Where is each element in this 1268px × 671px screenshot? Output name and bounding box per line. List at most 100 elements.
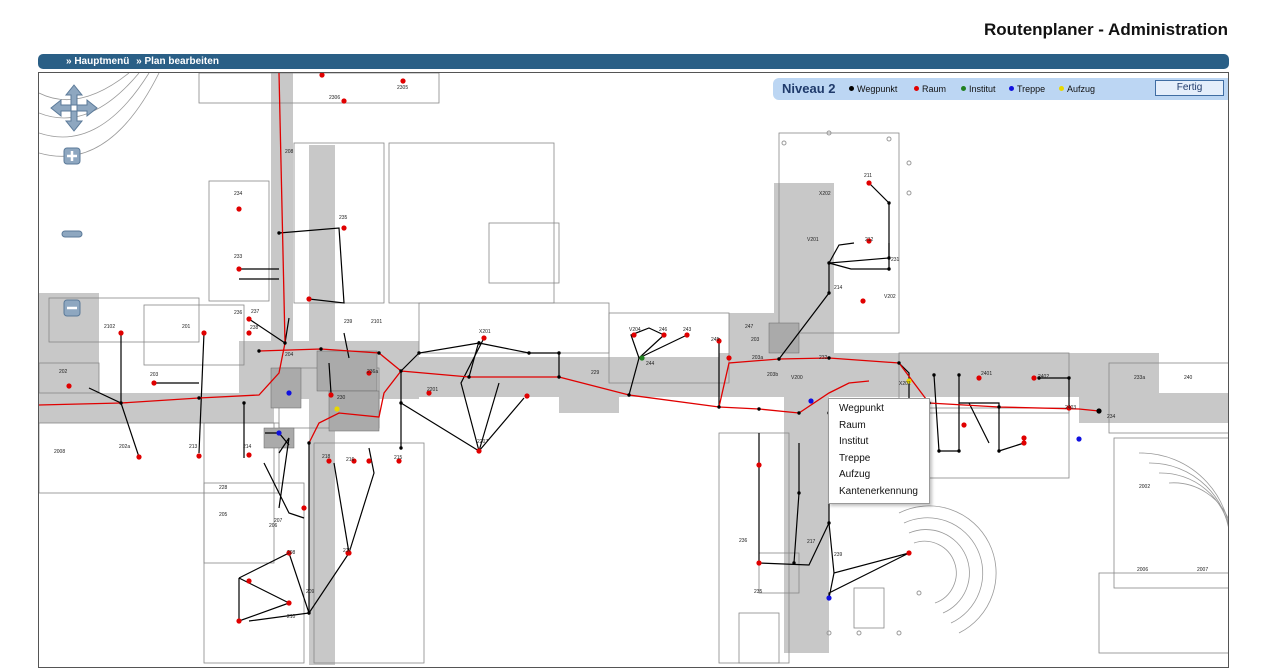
stairs-dot-icon (1009, 86, 1014, 91)
waypoint-node (887, 267, 891, 271)
legend-stairs: Treppe (1009, 84, 1045, 94)
zoom-out-button[interactable] (63, 299, 81, 317)
pan-control[interactable] (49, 83, 99, 133)
elevator-node (334, 406, 340, 412)
waypoint-node (777, 357, 781, 361)
context-menu-item-stairs[interactable]: Treppe (829, 451, 929, 468)
room-label: V202 (884, 294, 896, 300)
lecture-hall (898, 452, 1228, 634)
marker-circle (906, 160, 912, 166)
waypoint-node (797, 411, 801, 415)
waypoint-dot-icon (849, 86, 854, 91)
pan-right-icon[interactable] (76, 98, 98, 118)
room-label: 217 (807, 539, 816, 545)
marker-circle (896, 630, 902, 636)
pan-up-icon[interactable] (64, 84, 84, 106)
room-label: X201 (899, 381, 911, 387)
room-node (661, 332, 667, 338)
floor-plan-canvas[interactable]: 23062305208234235233236 237238239 21012102… (39, 73, 1229, 668)
legend-stairs-label: Treppe (1017, 84, 1046, 94)
stairs-node (826, 595, 832, 601)
edge-segment (333, 462, 350, 554)
room-node (136, 454, 142, 460)
room-label: X201 (479, 329, 491, 335)
waypoint-node (417, 351, 421, 355)
edge-segment (828, 572, 835, 599)
edge-segment (959, 402, 1025, 452)
marker-circle (916, 590, 922, 596)
room-label: 202 (59, 369, 68, 375)
room-node (286, 600, 292, 606)
pan-down-icon[interactable] (64, 110, 84, 132)
room-label: 203 (150, 372, 159, 378)
room-node (756, 462, 762, 468)
context-menu-item-edge-detection[interactable]: Kantenerkennung (829, 484, 929, 501)
page-title: Routenplaner - Administration (984, 20, 1228, 39)
room-label: 2006 (1137, 567, 1148, 573)
breadcrumb: » Hauptmenü » Plan bearbeiten (66, 54, 223, 69)
room-label: 207 (274, 518, 283, 524)
done-button[interactable]: Fertig (1155, 80, 1224, 96)
waypoint-node (467, 375, 471, 379)
room-node (366, 458, 372, 464)
room-node (341, 225, 347, 231)
room-label: 212 (865, 237, 874, 243)
room-label: 237 (251, 309, 260, 315)
room-label: 202a (119, 444, 130, 450)
room-node (1031, 375, 1037, 381)
waypoint-node (827, 291, 831, 295)
institute-dot-icon (961, 86, 966, 91)
legend-elevator-label: Aufzug (1067, 84, 1096, 94)
room-dot-icon (914, 86, 919, 91)
breadcrumb-main-menu[interactable]: » Hauptmenü (66, 56, 129, 67)
room-label: 228 (219, 485, 228, 491)
room-node (726, 355, 732, 361)
floor-plan-map[interactable]: 2306 2305 208 234 235 233 236 237 238 239 2101 2102… (38, 72, 1229, 668)
waypoint-node (257, 349, 261, 353)
breadcrumb-edit-plan[interactable]: » Plan bearbeiten (136, 56, 219, 67)
room-label: 240 (1184, 375, 1193, 381)
room-labels: 23062305208234235233236 237238239 21012102… (54, 85, 1208, 620)
room-label: 229 (591, 370, 600, 376)
legend-room: Raum (914, 84, 946, 94)
room-label: 2402 (1038, 374, 1049, 380)
stairs-node (1076, 436, 1082, 442)
context-menu-item-institute[interactable]: Institut (829, 434, 929, 451)
room-label: 218 (322, 454, 331, 460)
waypoint-node (283, 341, 287, 345)
room-node (246, 330, 252, 336)
waypoint-node (197, 396, 201, 400)
legend-institute-label: Institut (969, 84, 996, 94)
zoom-level-slider[interactable] (61, 229, 83, 239)
context-menu-item-room[interactable]: Raum (829, 418, 929, 435)
pan-left-icon[interactable] (50, 98, 72, 118)
room-label: 215 (394, 455, 403, 461)
level-label: Niveau 2 (782, 81, 836, 96)
legend-waypoint-label: Wegpunkt (857, 84, 898, 94)
room-node (684, 332, 690, 338)
edge-segment (278, 437, 290, 509)
waypoint-node (277, 231, 281, 235)
room-label: 2102 (104, 324, 115, 330)
room-label: 234 (234, 191, 243, 197)
room-label: 233a (1134, 375, 1145, 381)
waypoint-node (557, 375, 561, 379)
waypoint-node (792, 561, 796, 565)
context-menu-item-elevator[interactable]: Aufzug (829, 467, 929, 484)
room-node (524, 393, 530, 399)
level-legend: Niveau 2 Wegpunkt Raum Institut Treppe A… (773, 78, 1228, 100)
waypoint-node (957, 373, 961, 377)
room-node (400, 78, 406, 84)
room-label: 214 (243, 444, 252, 450)
waypoint-node (997, 449, 1001, 453)
room-label: 245 (711, 337, 720, 343)
context-menu-item-waypoint[interactable]: Wegpunkt (829, 401, 929, 418)
institute-node (639, 355, 645, 361)
room-label: 247 (745, 324, 754, 330)
zoom-in-button[interactable] (63, 147, 81, 165)
room-label: 233 (234, 254, 243, 260)
room-label: 231 (891, 257, 900, 263)
room-label: 205 (219, 512, 228, 518)
room-label: 239 (834, 552, 843, 558)
room-label: 2002 (1139, 484, 1150, 490)
